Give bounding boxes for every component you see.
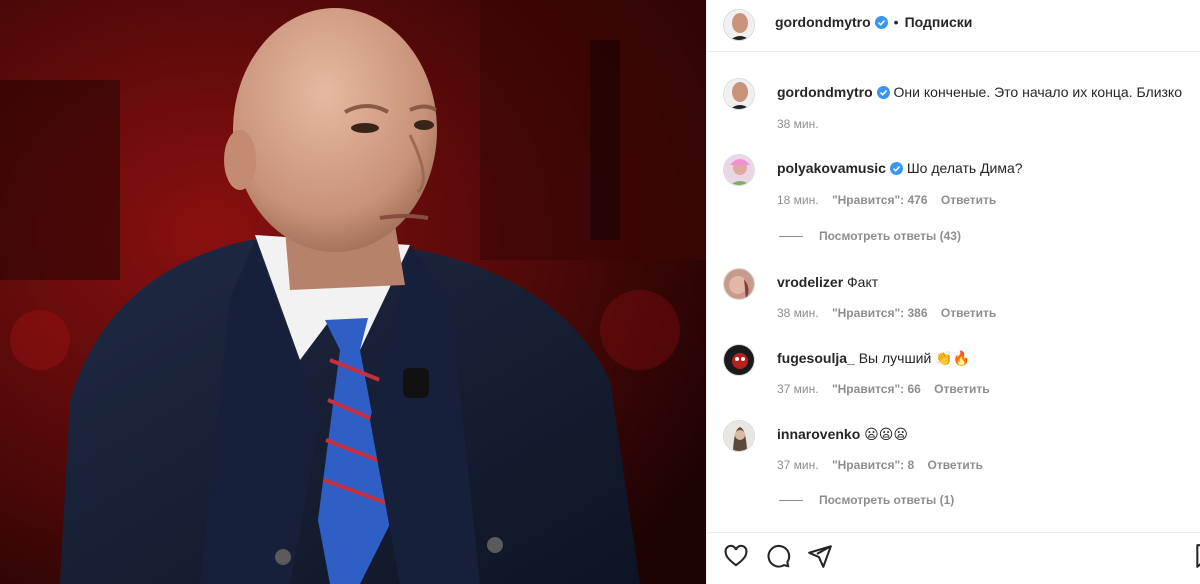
comment-icon[interactable]	[765, 543, 791, 574]
comment-meta: 38 мин. "Нравится": 386 Ответить	[777, 306, 1006, 320]
caption-meta: 38 мин.	[777, 117, 829, 131]
comment-meta: 37 мин. "Нравится": 8 Ответить	[777, 458, 993, 472]
comment-line: vrodelizer Факт	[777, 274, 878, 290]
comment-avatar[interactable]	[723, 268, 755, 300]
comment-username[interactable]: innarovenko	[777, 426, 860, 442]
verified-badge-icon	[889, 162, 903, 178]
caption-text: Они конченые. Это начало их конца. Близк…	[893, 84, 1183, 100]
comment-text: Факт	[847, 274, 879, 290]
comment-meta: 18 мин. "Нравится": 476 Ответить	[777, 193, 1006, 207]
reply-button[interactable]: Ответить	[934, 382, 989, 396]
caption-time[interactable]: 38 мин.	[777, 117, 819, 131]
view-replies-button[interactable]: Посмотреть ответы (1)	[779, 493, 954, 507]
comment-username[interactable]: fugesoulja_	[777, 350, 855, 366]
comment-time[interactable]: 38 мин.	[777, 306, 819, 320]
post-header: gordondmytro • Подписки	[707, 0, 1200, 52]
following-button[interactable]: Подписки	[905, 14, 973, 30]
comment-avatar[interactable]	[723, 344, 755, 376]
author-avatar[interactable]	[723, 9, 755, 41]
comment-avatar[interactable]	[723, 420, 755, 452]
caption-line: gordondmytro Они конченые. Это начало их…	[777, 84, 1182, 102]
comment-likes[interactable]: "Нравится": 386	[832, 306, 928, 320]
verified-badge-icon	[876, 86, 890, 102]
comment-meta: 37 мин. "Нравится": 66 Ответить	[777, 382, 1000, 396]
comment-likes[interactable]: "Нравится": 8	[832, 458, 914, 472]
post-photo[interactable]	[0, 0, 706, 584]
comment-username[interactable]: vrodelizer	[777, 274, 843, 290]
caption-username[interactable]: gordondmytro	[777, 84, 873, 100]
author-username[interactable]: gordondmytro	[775, 14, 871, 30]
comment-username[interactable]: polyakovamusic	[777, 160, 886, 176]
reply-button[interactable]: Ответить	[941, 193, 996, 207]
comment-likes[interactable]: "Нравится": 66	[832, 382, 921, 396]
verified-badge-icon	[874, 16, 888, 32]
replies-divider	[779, 236, 803, 238]
post-photo-image	[0, 0, 706, 584]
comment-avatar[interactable]	[723, 154, 755, 186]
comment-text: 😦😦😦	[864, 426, 908, 442]
comment-time[interactable]: 18 мин.	[777, 193, 819, 207]
comment-line: polyakovamusic Шо делать Дима?	[777, 160, 1023, 178]
comment-text: Шо делать Дима?	[906, 160, 1023, 176]
comment-likes[interactable]: "Нравится": 476	[832, 193, 928, 207]
view-replies-label: Посмотреть ответы (43)	[819, 229, 961, 243]
caption-author-avatar[interactable]	[723, 78, 755, 110]
comment-text: Вы лучший 👏🔥	[858, 350, 971, 366]
share-icon[interactable]	[807, 543, 833, 574]
header-separator: •	[893, 14, 899, 30]
post-details-panel: gordondmytro • Подписки gordondmytro Они к…	[706, 0, 1200, 584]
view-replies-button[interactable]: Посмотреть ответы (43)	[779, 229, 961, 243]
comment-line: innarovenko 😦😦😦	[777, 426, 908, 443]
post-actions-bar	[707, 532, 1200, 584]
view-replies-label: Посмотреть ответы (1)	[819, 493, 955, 507]
heart-icon[interactable]	[723, 543, 749, 574]
comment-time[interactable]: 37 мин.	[777, 382, 819, 396]
header-line: gordondmytro • Подписки	[775, 14, 972, 32]
comment-line: fugesoulja_ Вы лучший 👏🔥	[777, 350, 970, 367]
reply-button[interactable]: Ответить	[941, 306, 996, 320]
comment-time[interactable]: 37 мин.	[777, 458, 819, 472]
replies-divider	[779, 500, 803, 502]
reply-button[interactable]: Ответить	[928, 458, 983, 472]
bookmark-icon[interactable]	[1193, 543, 1200, 574]
